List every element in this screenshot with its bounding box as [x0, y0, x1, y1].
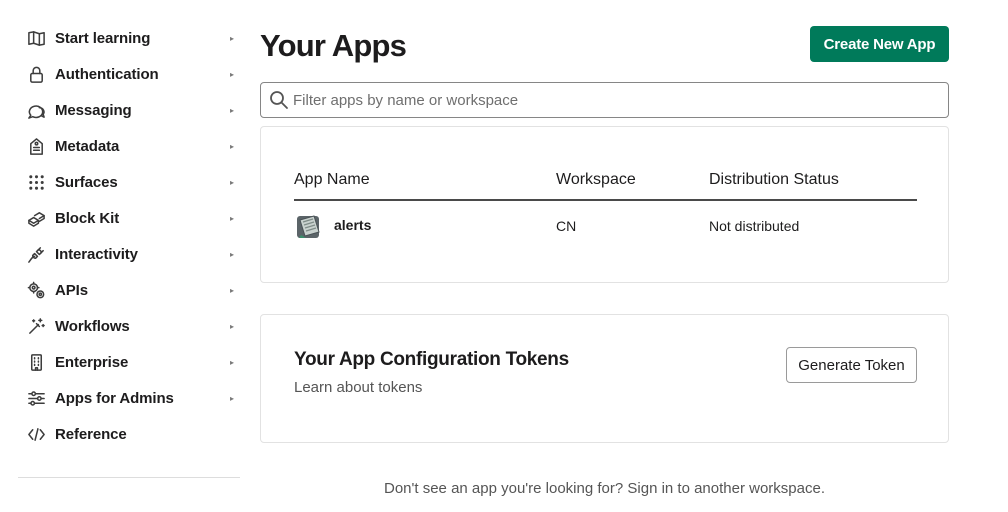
sidebar-item-surfaces[interactable]: Surfaces ▸: [18, 164, 240, 200]
sidebar-item-authentication[interactable]: Authentication ▸: [18, 56, 240, 92]
config-tokens-card: Your App Configuration Tokens Learn abou…: [260, 314, 949, 443]
sidebar-item-label: Surfaces: [55, 173, 118, 191]
sidebar-item-apis[interactable]: APIs ▸: [18, 272, 240, 308]
message-icon: [26, 100, 46, 120]
book-icon: [26, 28, 46, 48]
create-new-app-button[interactable]: Create New App: [810, 26, 949, 62]
building-icon: [26, 352, 46, 372]
sidebar-item-label: Block Kit: [55, 209, 120, 227]
sidebar-item-label: Messaging: [55, 101, 132, 119]
sidebar-item-apps-for-admins[interactable]: Apps for Admins ▸: [18, 380, 240, 416]
column-header-app-name: App Name: [294, 171, 370, 188]
sidebar-item-messaging[interactable]: Messaging ▸: [18, 92, 240, 128]
grid-icon: [26, 172, 46, 192]
table-row[interactable]: alerts CN Not distributed: [294, 209, 917, 243]
table-header: App Name Workspace Distribution Status: [294, 171, 917, 201]
page-title: Your Apps: [260, 28, 407, 63]
blocks-icon: [26, 208, 46, 228]
expand-arrow-icon[interactable]: ▸: [224, 106, 240, 115]
sidebar-item-metadata[interactable]: Metadata ▸: [18, 128, 240, 164]
lock-icon: [26, 64, 46, 84]
sidebar-item-label: APIs: [55, 281, 88, 299]
workspace-cell: CN: [556, 218, 577, 234]
sidebar-item-start-learning[interactable]: Start learning ▸: [18, 20, 240, 56]
sidebar-item-label: Start learning: [55, 29, 151, 47]
sidebar-nav: Start learning ▸ Authentication ▸ Messag…: [18, 20, 240, 452]
expand-arrow-icon[interactable]: ▸: [224, 70, 240, 79]
expand-arrow-icon[interactable]: ▸: [224, 250, 240, 259]
expand-arrow-icon[interactable]: ▸: [224, 214, 240, 223]
column-header-workspace: Workspace: [556, 171, 636, 188]
sidebar-item-label: Interactivity: [55, 245, 138, 263]
expand-arrow-icon[interactable]: ▸: [224, 142, 240, 151]
expand-arrow-icon[interactable]: ▸: [224, 394, 240, 403]
code-icon: [26, 424, 46, 444]
column-header-distribution-status: Distribution Status: [709, 171, 839, 188]
sidebar-divider: [18, 477, 240, 478]
magic-wand-icon: [26, 316, 46, 336]
gears-icon: [26, 280, 46, 300]
app-name-link[interactable]: alerts: [334, 217, 371, 233]
expand-arrow-icon[interactable]: ▸: [224, 34, 240, 43]
generate-token-button[interactable]: Generate Token: [786, 347, 917, 383]
apps-table-card: App Name Workspace Distribution Status a…: [260, 126, 949, 283]
sidebar-item-label: Reference: [55, 425, 127, 443]
expand-arrow-icon[interactable]: ▸: [224, 358, 240, 367]
expand-arrow-icon[interactable]: ▸: [224, 286, 240, 295]
expand-arrow-icon[interactable]: ▸: [224, 322, 240, 331]
distribution-status-cell: Not distributed: [709, 218, 800, 234]
sidebar-item-label: Enterprise: [55, 353, 129, 371]
sidebar-item-workflows[interactable]: Workflows ▸: [18, 308, 240, 344]
search-box[interactable]: [260, 82, 949, 118]
sidebar-item-label: Workflows: [55, 317, 130, 335]
learn-about-tokens-link[interactable]: Learn about tokens: [294, 379, 422, 396]
tag-icon: [26, 136, 46, 156]
sidebar-item-label: Metadata: [55, 137, 120, 155]
search-input[interactable]: [293, 91, 933, 109]
sidebar-item-label: Authentication: [55, 65, 159, 83]
sidebar-item-block-kit[interactable]: Block Kit ▸: [18, 200, 240, 236]
sidebar-item-label: Apps for Admins: [55, 389, 174, 407]
search-icon: [269, 90, 289, 110]
expand-arrow-icon[interactable]: ▸: [224, 178, 240, 187]
sidebar-item-interactivity[interactable]: Interactivity ▸: [18, 236, 240, 272]
sidebar-item-reference[interactable]: Reference: [18, 416, 240, 452]
plug-icon: [26, 244, 46, 264]
tokens-title: Your App Configuration Tokens: [294, 349, 569, 370]
sign-in-other-workspace-note[interactable]: Don't see an app you're looking for? Sig…: [260, 480, 949, 497]
app-icon[interactable]: [294, 211, 324, 241]
sliders-icon: [26, 388, 46, 408]
sidebar-item-enterprise[interactable]: Enterprise ▸: [18, 344, 240, 380]
